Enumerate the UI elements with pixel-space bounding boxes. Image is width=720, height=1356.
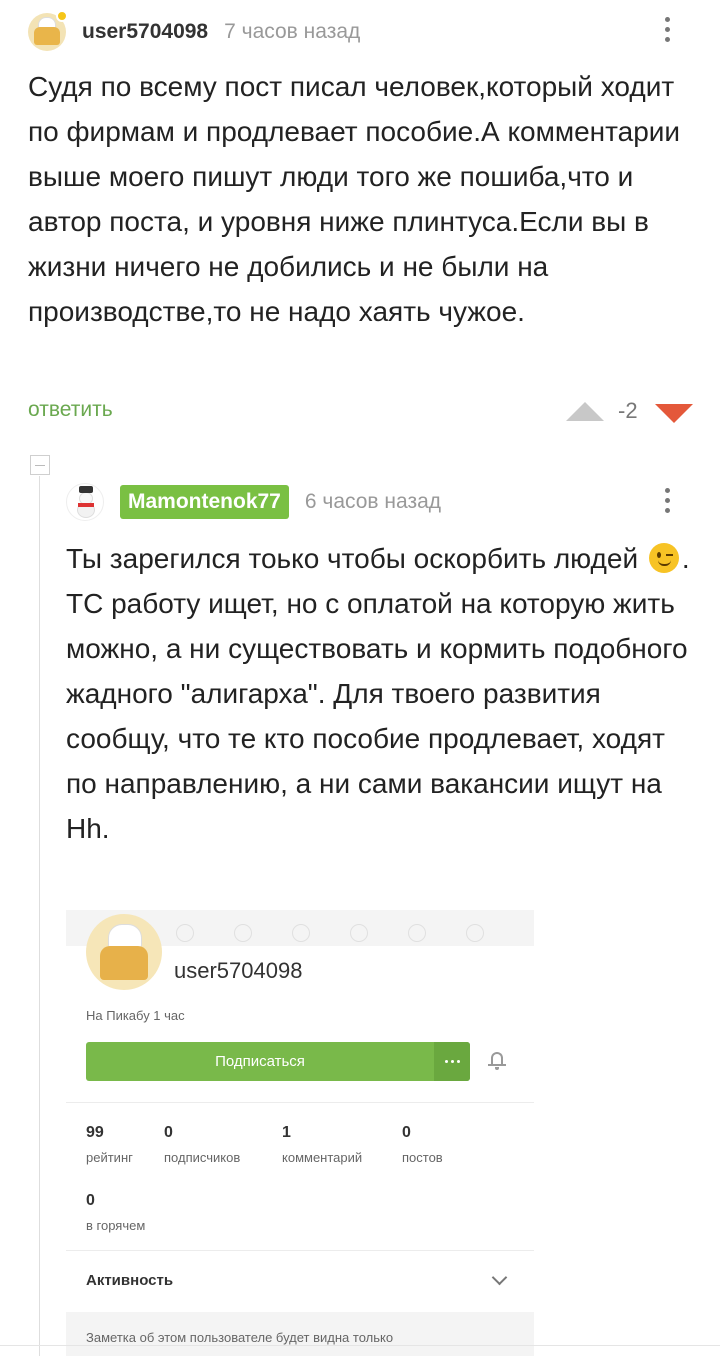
stat-hot: 0 в горячем: [86, 1192, 145, 1233]
comment-1-time: 7 часов назад: [224, 20, 361, 43]
activity-label: Активность: [86, 1272, 174, 1289]
wink-emoji-icon: [648, 543, 679, 573]
reply-button[interactable]: ответить: [28, 398, 113, 422]
user-note-box: Заметка об этом пользователе будет видна…: [66, 1312, 534, 1356]
more-options-icon[interactable]: [665, 488, 671, 513]
downvote-icon[interactable]: [655, 404, 693, 423]
stat-rating: 99 рейтинг: [86, 1124, 133, 1165]
profile-username: user5704098: [174, 958, 303, 983]
stat-label: подписчиков: [164, 1150, 241, 1165]
subscribe-button: Подписаться: [86, 1042, 470, 1081]
user-note-text: Заметка об этом пользователе будет видна…: [86, 1330, 394, 1345]
comment-2-header: Mamontenok77 6 часов назад: [66, 482, 441, 522]
comment-2-username-badge[interactable]: Mamontenok77: [120, 485, 289, 519]
comment-1-username[interactable]: user5704098: [82, 20, 208, 44]
chevron-down-icon: [491, 1269, 508, 1286]
stat-value: 0: [402, 1124, 411, 1141]
divider: [0, 1345, 720, 1346]
divider: [66, 1102, 534, 1103]
comment-2-text-part1: Ты зарегился тоько чтобы оскорбить людей: [66, 543, 639, 574]
comment-2-text-part2: . ТС работу ищет, но с оплатой на котору…: [66, 543, 690, 844]
avatar[interactable]: [66, 483, 104, 521]
comment-2-text: Ты зарегился тоько чтобы оскорбить людей…: [66, 536, 696, 851]
stat-label: комментарий: [282, 1150, 363, 1165]
stat-value: 1: [282, 1124, 291, 1141]
profile-avatar: [86, 914, 162, 990]
thread-line[interactable]: [39, 476, 40, 1356]
divider: [66, 1250, 534, 1251]
stat-comments: 1 комментарий: [282, 1124, 362, 1165]
stat-value: 0: [86, 1192, 95, 1209]
comment-rating: -2: [618, 398, 638, 423]
more-icon: [434, 1042, 470, 1081]
collapse-thread-button[interactable]: [30, 455, 50, 475]
subscribe-button-label: Подписаться: [215, 1053, 305, 1070]
stat-posts: 0 постов: [402, 1124, 443, 1165]
comment-1-text: Судя по всему пост писал человек,который…: [28, 71, 681, 327]
more-options-icon[interactable]: [665, 17, 671, 42]
bell-icon: [488, 1050, 506, 1070]
upvote-icon[interactable]: [566, 402, 604, 421]
stat-label: постов: [402, 1150, 443, 1165]
stat-value: 99: [86, 1124, 104, 1141]
stat-value: 0: [164, 1124, 173, 1141]
comment-2-time: 6 часов назад: [304, 490, 442, 513]
stat-subscribers: 0 подписчиков: [164, 1124, 240, 1165]
embedded-profile-screenshot[interactable]: user5704098 На Пикабу 1 час Подписаться …: [66, 910, 534, 1356]
profile-member-since: На Пикабу 1 час: [86, 1008, 185, 1023]
stat-label: в горячем: [86, 1218, 146, 1233]
comment-1-header: user5704098 7 часов назад: [28, 12, 360, 52]
online-indicator: [56, 10, 68, 22]
stat-label: рейтинг: [86, 1150, 133, 1165]
